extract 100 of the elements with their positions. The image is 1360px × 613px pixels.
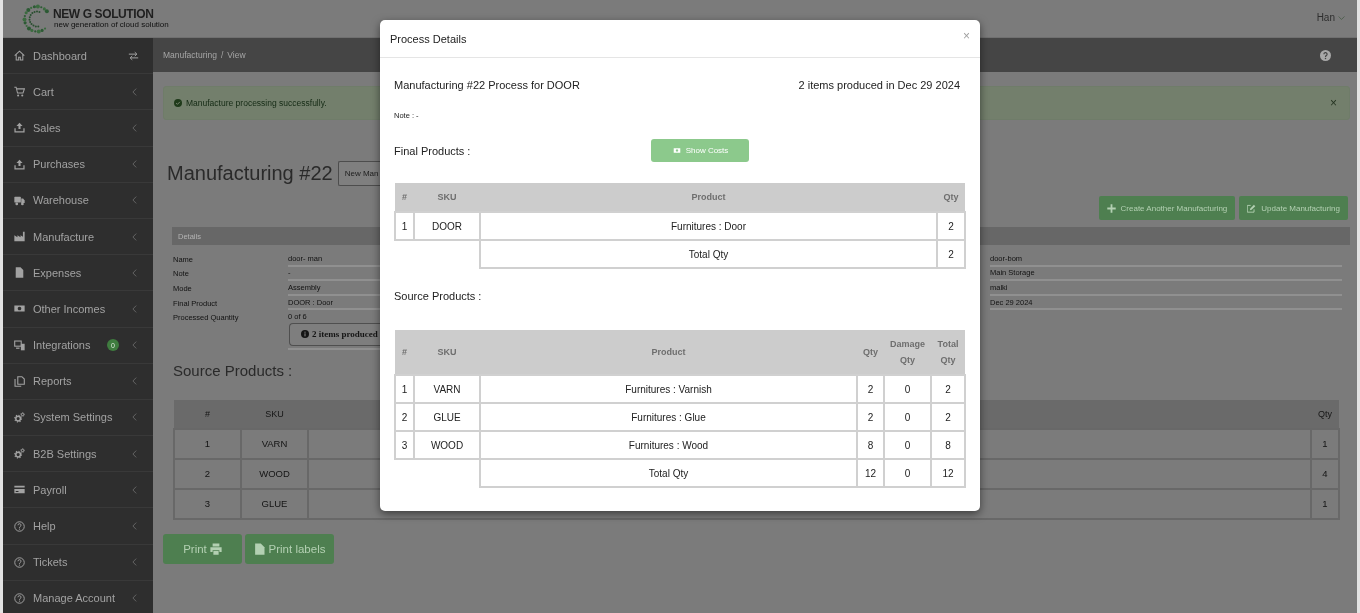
gears-icon <box>14 411 25 423</box>
sidebar-item[interactable]: Tickets <box>3 544 153 580</box>
cart-icon <box>14 86 25 98</box>
table-cell: 2 <box>867 411 874 423</box>
sidebar-item[interactable]: Help <box>3 508 153 544</box>
file-icon <box>253 542 266 555</box>
info-icon <box>301 330 309 339</box>
table-cell: WOOD <box>259 468 290 480</box>
breadcrumb-separator: / <box>220 50 224 60</box>
section-heading: Final Products : <box>394 144 471 157</box>
print-button[interactable]: Print <box>163 533 242 564</box>
update-button[interactable]: Update Manufacturing <box>1239 196 1348 220</box>
chevron-icon <box>132 594 137 603</box>
sidebar-item[interactable]: Sales <box>3 110 153 146</box>
arrows-icon[interactable] <box>128 50 139 61</box>
chevron-icon <box>132 196 137 205</box>
sidebar-item[interactable]: B2B Settings <box>3 436 153 472</box>
table-cell: VARN <box>433 383 461 395</box>
table-cell: VARN <box>261 438 288 450</box>
table-cell: 8 <box>867 439 874 451</box>
column-header: Qty <box>863 347 878 357</box>
chevron-icon <box>132 522 137 531</box>
column-header: Damage Qty <box>890 339 925 365</box>
modal-title: Process Details <box>390 32 467 45</box>
table-cell: 0 <box>904 411 911 423</box>
table-cell: 1 <box>401 383 408 395</box>
sidebar-item[interactable]: Other Incomes <box>3 291 153 327</box>
gears-icon <box>14 448 25 460</box>
banknote-icon <box>14 303 25 315</box>
chevron-icon <box>132 485 137 494</box>
logo-icon <box>22 2 52 35</box>
table-cell: 2 <box>945 383 951 395</box>
sidebar-item[interactable]: Reports <box>3 363 153 399</box>
table-cell: 0 <box>904 439 911 451</box>
sidebar-item[interactable]: Dashboard <box>3 38 128 74</box>
logo-name: NEW G SOLUTION <box>53 8 155 20</box>
factory-icon <box>14 231 25 243</box>
breadcrumb-link[interactable]: Manufacturing <box>163 50 217 60</box>
column-header: # <box>402 347 407 357</box>
chevron-icon <box>132 232 137 241</box>
printer-icon <box>209 542 222 555</box>
close-button[interactable]: × <box>1330 96 1337 110</box>
chevron-icon <box>132 558 137 567</box>
print-labels-button[interactable]: Print labels <box>245 533 334 564</box>
table-cell: Furnitures : Glue <box>631 411 706 423</box>
alert-text: Manufacture processing successfully. <box>186 98 327 108</box>
document-icon <box>14 267 25 279</box>
page-title: Manufacturing #22 <box>167 161 333 186</box>
table-cell: 1 <box>204 438 211 450</box>
sidebar-item[interactable]: Payroll <box>3 472 153 508</box>
info-text: 2 items produced <box>312 329 378 340</box>
chevron-icon <box>132 160 137 169</box>
chevron-icon <box>132 341 137 350</box>
table-cell: 2 <box>401 411 408 423</box>
section-heading: Source Products : <box>173 360 293 381</box>
table-cell: 2 <box>867 383 874 395</box>
upload-icon <box>14 158 25 170</box>
sidebar-item[interactable]: System Settings <box>3 399 153 436</box>
table-cell: GLUE <box>433 411 461 423</box>
table-cell: 3 <box>204 498 211 510</box>
column-header: SKU <box>437 192 457 202</box>
table-cell: 8 <box>945 439 951 451</box>
table-cell: GLUE <box>261 498 288 510</box>
table-cell: 2 <box>204 468 211 480</box>
question-circle-icon <box>14 520 25 532</box>
sidebar-item[interactable]: Manage Account <box>3 580 153 613</box>
table-cell: 3 <box>401 439 408 451</box>
sidebar-item[interactable]: Cart <box>3 74 153 110</box>
section-heading: Source Products : <box>394 290 482 302</box>
table-cell: Furnitures : Wood <box>628 439 709 451</box>
chevron-icon <box>132 377 137 386</box>
sidebar-item[interactable]: Expenses <box>3 255 153 291</box>
user-menu[interactable]: Han <box>1316 12 1345 23</box>
plus-icon <box>1106 203 1116 213</box>
process-heading: Manufacturing #22 Process for DOOR <box>394 79 580 91</box>
credit-card-icon <box>14 484 25 496</box>
table-cell: 0 <box>904 383 911 395</box>
table-cell: 2 <box>945 411 951 423</box>
upload-icon <box>14 122 25 134</box>
copy-icon <box>14 375 25 387</box>
chevron-icon <box>132 449 137 458</box>
breadcrumb-current: View <box>227 50 246 60</box>
column-header: Product <box>691 192 726 202</box>
money-icon <box>671 147 682 154</box>
table-cell: 0 <box>904 467 911 479</box>
question-circle-icon <box>14 592 25 604</box>
sidebar-item[interactable]: Warehouse <box>3 182 153 218</box>
create-button[interactable]: Create Another Manufacturing <box>1098 196 1236 220</box>
question-circle-icon <box>14 556 25 568</box>
sidebar-item[interactable]: Manufacture <box>3 218 153 255</box>
help-icon[interactable] <box>1320 49 1331 61</box>
caret-icon <box>1338 15 1345 20</box>
check-circle-icon <box>174 99 182 107</box>
sidebar-item[interactable]: Purchases <box>3 146 153 182</box>
total-label: Total Qty <box>648 467 689 479</box>
new-button[interactable]: New Man <box>337 161 380 186</box>
home-icon <box>14 50 25 62</box>
table-cell: WOOD <box>430 439 464 451</box>
table-cell: 1 <box>1322 498 1328 510</box>
edit-icon <box>1247 203 1257 213</box>
